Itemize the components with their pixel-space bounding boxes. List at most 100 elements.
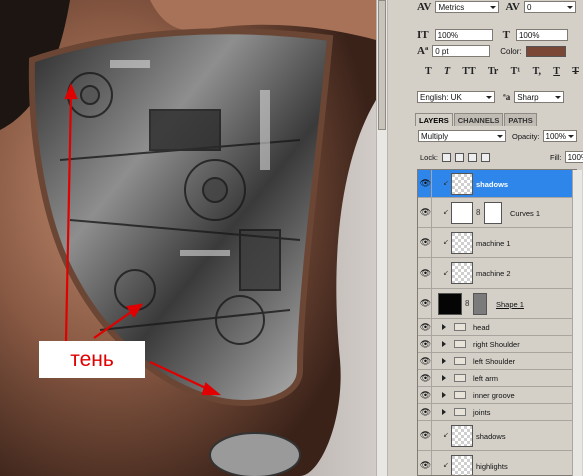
baseline-shift-input[interactable]: 0 pt — [432, 45, 491, 57]
panel-dock-gap — [388, 0, 413, 476]
layer-row[interactable]: 👁 ↙ highlights — [418, 451, 576, 475]
language-dropdown[interactable]: English: UK — [417, 91, 495, 103]
eye-icon[interactable]: 👁 — [420, 451, 432, 475]
eye-icon[interactable]: 👁 — [420, 258, 432, 288]
horizontal-scale-value: 100% — [518, 30, 540, 40]
baseline-shift-value: 0 pt — [435, 46, 449, 56]
annotation-label: тень — [39, 341, 145, 378]
faux-bold-button[interactable]: T — [425, 66, 432, 77]
layer-row[interactable]: 👁 8 Shape 1 — [418, 289, 576, 319]
folder-icon — [454, 323, 466, 331]
group-row[interactable]: 👁 head — [418, 319, 576, 336]
curves-adjustment-icon — [451, 202, 473, 224]
language-row: English: UK ªa Sharp — [417, 90, 565, 104]
group-row[interactable]: 👁 right Shoulder — [418, 336, 576, 353]
layers-panel: LAYERS CHANNELS PATHS Multiply Opacity: … — [413, 112, 583, 476]
layer-thumbnail — [451, 262, 473, 284]
lock-all-icon[interactable] — [480, 152, 490, 162]
horizontal-scale-input[interactable]: 100% — [515, 29, 568, 41]
eye-icon[interactable]: 👁 — [420, 404, 432, 420]
layer-name: shadows — [476, 180, 509, 189]
lock-transparency-icon[interactable] — [441, 152, 451, 162]
eye-icon[interactable]: 👁 — [420, 421, 432, 450]
text-color-swatch[interactable] — [525, 45, 566, 57]
faux-italic-button[interactable]: T — [444, 66, 450, 77]
eye-icon[interactable]: 👁 — [420, 228, 432, 257]
layer-mask-thumbnail — [484, 202, 502, 224]
layer-row[interactable]: 👁 ↙ 8 Curves 1 — [418, 198, 576, 228]
canvas-scrollbar-thumb[interactable] — [378, 0, 386, 130]
layer-name: Curves 1 — [510, 209, 541, 218]
kerning-icon: AV — [417, 1, 432, 13]
clipping-icon: ↙ — [443, 462, 449, 469]
blend-mode-value: Multiply — [421, 131, 449, 141]
text-style-buttons: T T TT Tr T¹ T, T T — [425, 66, 579, 77]
eye-icon[interactable]: 👁 — [420, 170, 432, 197]
antialias-value: Sharp — [517, 92, 539, 102]
horizontal-scale-icon: T — [502, 29, 510, 41]
expand-arrow-icon[interactable] — [442, 392, 446, 398]
fill-value: 100% — [567, 152, 583, 162]
eye-icon[interactable]: 👁 — [420, 370, 432, 386]
layer-row[interactable]: 👁 ↙ shadows — [418, 170, 576, 198]
baseline-row: Aª 0 pt Color: — [417, 44, 566, 58]
link-icon: 8 — [476, 208, 481, 217]
panel-tabs: LAYERS CHANNELS PATHS — [415, 113, 538, 126]
antialias-dropdown[interactable]: Sharp — [514, 91, 565, 103]
lock-pixels-icon[interactable] — [454, 152, 464, 162]
strikethrough-button[interactable]: T — [572, 66, 579, 77]
group-name: left arm — [473, 374, 499, 383]
underline-button[interactable]: T — [553, 66, 560, 77]
small-caps-button[interactable]: Tr — [488, 66, 498, 77]
group-row[interactable]: 👁 left arm — [418, 370, 576, 387]
group-name: inner groove — [473, 391, 515, 400]
all-caps-button[interactable]: TT — [462, 66, 475, 77]
layer-row[interactable]: 👁 ↙ shadows — [418, 421, 576, 451]
vector-mask-thumbnail — [473, 293, 487, 315]
tab-paths[interactable]: PATHS — [504, 113, 537, 126]
group-row[interactable]: 👁 joints — [418, 404, 576, 421]
eye-icon[interactable]: 👁 — [420, 319, 432, 335]
opacity-input[interactable]: 100% — [542, 130, 577, 142]
language-value: English: UK — [420, 92, 462, 102]
expand-arrow-icon[interactable] — [442, 358, 446, 364]
tab-layers[interactable]: LAYERS — [415, 113, 453, 126]
layer-row[interactable]: 👁 ↙ machine 2 — [418, 258, 576, 289]
blend-mode-dropdown[interactable]: Multiply — [418, 130, 506, 142]
eye-icon[interactable]: 👁 — [420, 198, 432, 227]
eye-icon[interactable]: 👁 — [420, 289, 432, 318]
group-name: joints — [473, 408, 491, 417]
antialias-icon: ªa — [503, 92, 511, 102]
expand-arrow-icon[interactable] — [442, 341, 446, 347]
subscript-button[interactable]: T, — [533, 66, 541, 77]
document-canvas[interactable]: тень — [0, 0, 376, 476]
superscript-button[interactable]: T¹ — [511, 66, 521, 77]
folder-icon — [454, 357, 466, 365]
layer-row[interactable]: 👁 ↙ machine 1 — [418, 228, 576, 258]
baseline-shift-icon: Aª — [417, 45, 429, 57]
lock-position-icon[interactable] — [467, 152, 477, 162]
eye-icon[interactable]: 👁 — [420, 387, 432, 403]
layer-thumbnail — [451, 425, 473, 447]
canvas-scrollbar[interactable] — [376, 0, 388, 476]
tracking-dropdown[interactable]: 0 — [523, 1, 576, 13]
color-label: Color: — [500, 46, 522, 56]
layers-scrollbar[interactable] — [572, 170, 582, 476]
expand-arrow-icon[interactable] — [442, 409, 446, 415]
fill-input[interactable]: 100% — [564, 151, 583, 163]
group-row[interactable]: 👁 left Shoulder — [418, 353, 576, 370]
group-row[interactable]: 👁 inner groove — [418, 387, 576, 404]
shape-fill-thumbnail — [438, 293, 462, 315]
kerning-dropdown[interactable]: Metrics — [435, 1, 500, 13]
eye-icon[interactable]: 👁 — [420, 336, 432, 352]
layer-thumbnail — [451, 232, 473, 254]
vertical-scale-input[interactable]: 100% — [434, 29, 493, 41]
opacity-label: Opacity: — [512, 131, 540, 141]
tab-channels[interactable]: CHANNELS — [453, 113, 504, 126]
layer-thumbnail — [451, 173, 473, 195]
folder-icon — [454, 391, 466, 399]
expand-arrow-icon[interactable] — [442, 324, 446, 330]
clipping-icon: ↙ — [443, 209, 449, 216]
eye-icon[interactable]: 👁 — [420, 353, 432, 369]
expand-arrow-icon[interactable] — [442, 375, 446, 381]
